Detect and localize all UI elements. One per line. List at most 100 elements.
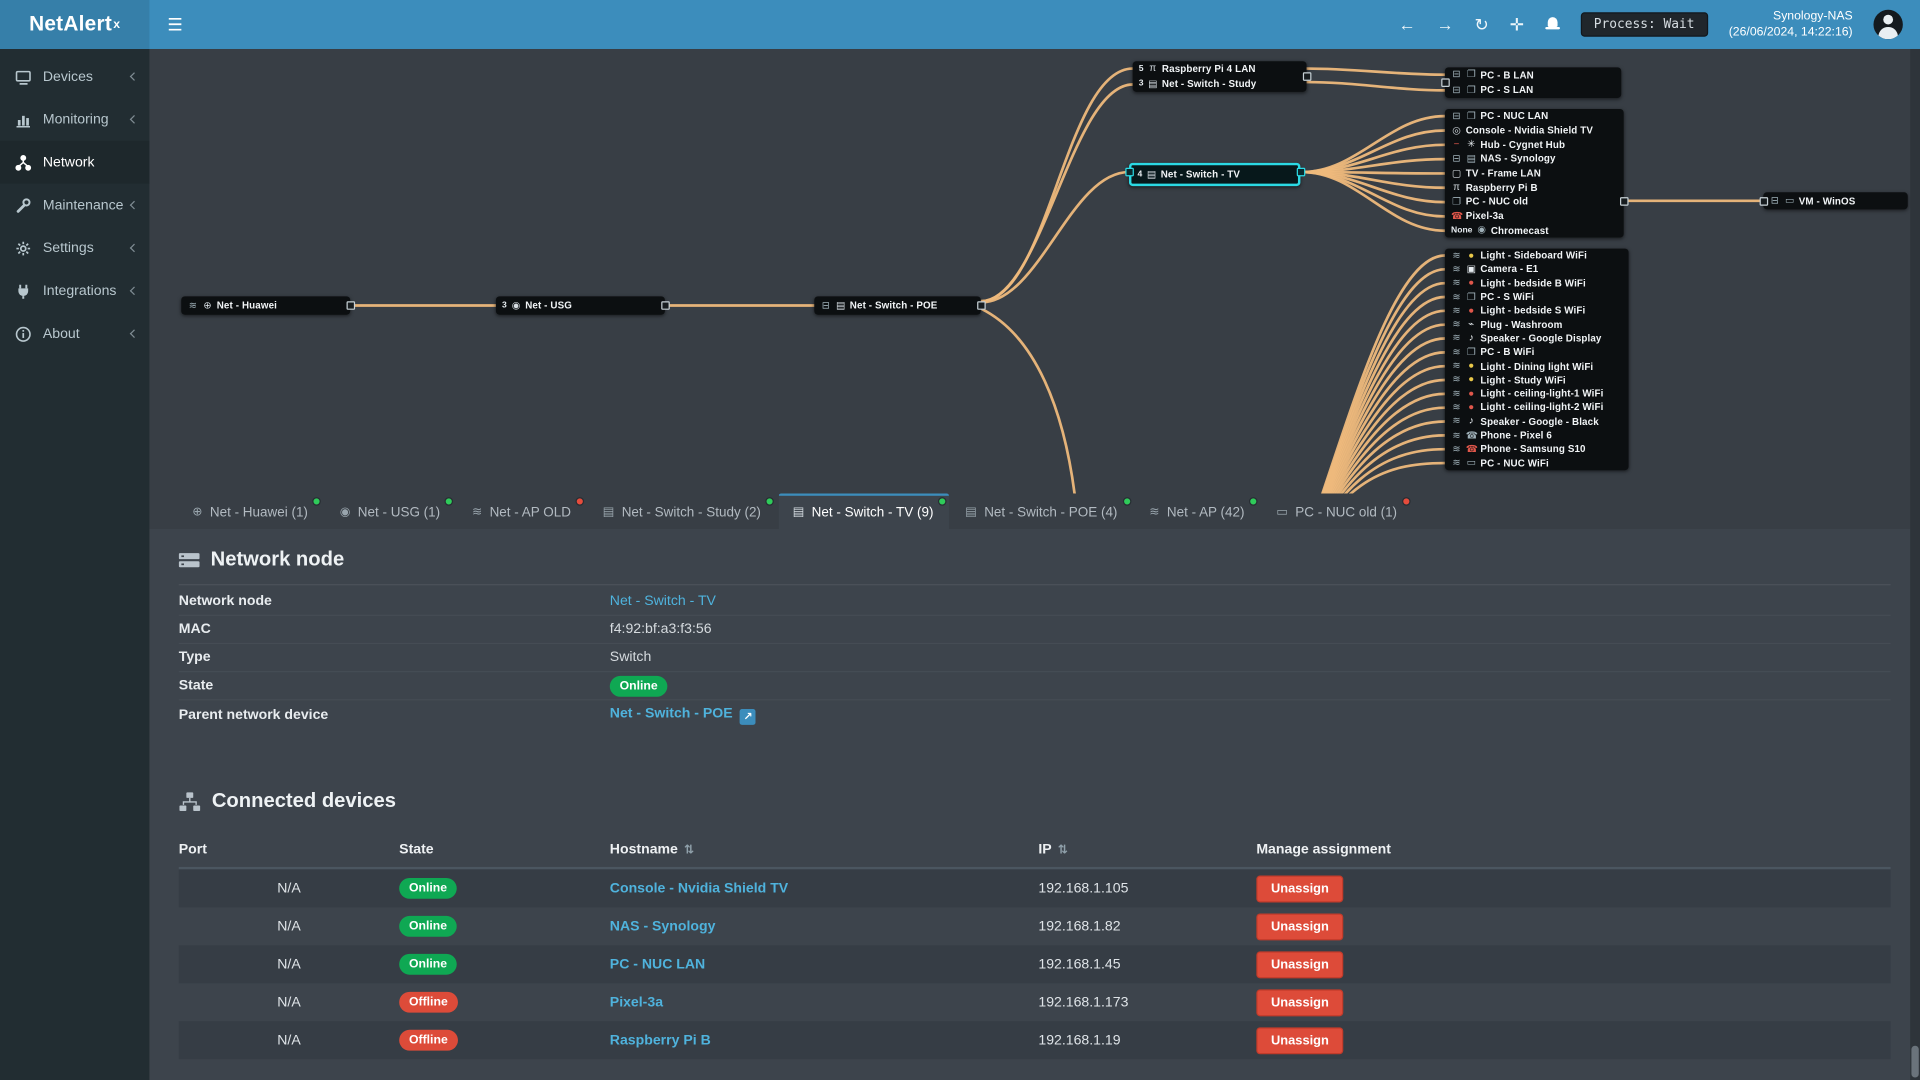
hostname-link[interactable]: Pixel-3a	[610, 995, 663, 1010]
unassign-button[interactable]: Unassign	[1256, 988, 1344, 1016]
node-fields: Network node Net - Switch - TV MAC f4:92:bf…	[178, 588, 1891, 729]
hostname-link[interactable]: Raspberry Pi B	[610, 1033, 711, 1048]
process-status-badge[interactable]: Process: Wait	[1580, 12, 1708, 37]
unassign-button[interactable]: Unassign	[1256, 874, 1344, 902]
avatar[interactable]	[1873, 9, 1903, 40]
tab-net-ap-old[interactable]: ≋ Net - AP OLD	[458, 493, 586, 529]
field-value[interactable]: Net - Switch - TV	[610, 594, 716, 609]
eth-icon: ⊟	[1770, 194, 1779, 206]
tree-node-pc_lan[interactable]: ⊟ ❐ PC - B LAN ⊟ ❐ PC - S LAN	[1444, 67, 1622, 98]
tree-node-row: ≋ ● Light - Sideboard WiFi	[1445, 249, 1629, 263]
sidebar-item-devices[interactable]: Devices	[0, 55, 149, 98]
navbar-actions: ← → ↻ ✛ Process: Wait Synology-NAS (26/0…	[1399, 0, 1920, 49]
sidebar-item-settings[interactable]: Settings	[0, 227, 149, 270]
chevron-left-icon	[129, 72, 139, 81]
vertical-scrollbar[interactable]	[1910, 48, 1920, 1080]
tree-node-label: PC - S LAN	[1480, 84, 1534, 96]
tree-node-wifi_group[interactable]: ≋ ● Light - Sideboard WiFi ≋ ▣ Camera - E1 ≋ ● L…	[1444, 248, 1629, 470]
top-navbar: NetAlert x ☰ ← → ↻ ✛ Process: Wait Synolo…	[0, 0, 1920, 49]
sidebar-item-network[interactable]: Network	[0, 140, 150, 184]
tab-pc-nuc-old-1-[interactable]: ▭ PC - NUC old (1)	[1263, 493, 1413, 529]
app-logo[interactable]: NetAlert x	[0, 0, 150, 49]
wifi-icon: ≋	[1452, 415, 1461, 427]
field-label: MAC	[178, 622, 211, 637]
nav-forward-icon[interactable]: →	[1436, 16, 1453, 33]
tree-node-label: Light - ceiling-light-1 WiFi	[1480, 388, 1604, 400]
open-parent-icon[interactable]: ↗	[739, 708, 756, 725]
tree-node-label: Camera - E1	[1480, 263, 1539, 275]
wifi-icon: ≋	[471, 505, 483, 520]
eth-icon: ⊟	[1452, 152, 1461, 164]
tree-node-study[interactable]: 5 π Raspberry Pi 4 LAN 3 ▤ Net - Switch - Stu…	[1132, 61, 1307, 92]
tree-node-row: 4 ▤ Net - Switch - TV	[1131, 165, 1298, 183]
tree-node-huawei[interactable]: ≋ ⊕ Net - Huawei	[181, 296, 351, 315]
sidebar-item-monitoring[interactable]: Monitoring	[0, 98, 149, 141]
tree-node-row: ≋ ● Light - bedside S WiFi	[1445, 304, 1629, 318]
tab-label: Net - Huawei (1)	[209, 505, 308, 520]
tab-net-usg-1-[interactable]: ◉ Net - USG (1)	[326, 493, 456, 529]
sidebar-item-maintenance[interactable]: Maintenance	[0, 184, 149, 227]
tree-node-usg[interactable]: 3 ◉ Net - USG	[495, 296, 665, 315]
tab-net-switch-study-2-[interactable]: ▤ Net - Switch - Study (2)	[589, 493, 777, 529]
tree-node-label: Net - Switch - POE	[849, 299, 938, 312]
sidebar-item-about[interactable]: About	[0, 312, 149, 355]
globe-icon: ⊕	[192, 505, 203, 520]
dash-red-icon: −	[1453, 138, 1460, 150]
tree-node-label: Plug - Washroom	[1480, 319, 1563, 331]
sidebar-item-label: Maintenance	[42, 197, 124, 213]
unassign-button[interactable]: Unassign	[1256, 950, 1344, 978]
tab-label: Net - Switch - Study (2)	[621, 505, 761, 520]
bulb-yellow-icon: ●	[1468, 249, 1475, 261]
tab-net-switch-tv-9-[interactable]: ▤ Net - Switch - TV (9)	[779, 493, 950, 529]
sort-icon[interactable]: ⇅	[1058, 844, 1068, 857]
tree-node-row: ≋ ❐ PC - S WiFi	[1445, 290, 1629, 304]
bulb-red-icon: ●	[1468, 387, 1475, 399]
network-node-title: Network node	[210, 548, 345, 571]
refresh-icon[interactable]: ↻	[1474, 16, 1488, 33]
tab-net-switch-poe-4-[interactable]: ▤ Net - Switch - POE (4)	[952, 493, 1134, 529]
tree-node-row: ≋ ♪ Speaker - Google Display	[1445, 332, 1629, 346]
speaker-icon: ♪	[1468, 415, 1474, 427]
cell-port: N/A	[277, 1032, 301, 1048]
scrollbar-thumb[interactable]	[1911, 1045, 1919, 1078]
unassign-button[interactable]: Unassign	[1256, 912, 1344, 940]
bell-icon[interactable]	[1544, 17, 1560, 32]
hostname-link[interactable]: Console - Nvidia Shield TV	[610, 881, 788, 896]
status-dot-green	[765, 497, 775, 506]
hostname-link[interactable]: PC - NUC LAN	[610, 957, 705, 972]
tab-label: Net - Switch - POE (4)	[984, 505, 1118, 520]
field-value[interactable]: Net - Switch - POE ↗	[610, 707, 756, 725]
field-value: f4:92:bf:a3:f3:56	[609, 622, 712, 637]
settings-icon	[15, 239, 35, 256]
monitors-icon: ❐	[1466, 346, 1476, 358]
tree-node-vm[interactable]: ⊟ ▭ VM - WinOS	[1763, 192, 1908, 210]
tree-node-label: Pixel-3a	[1465, 210, 1504, 222]
tab-net-huawei-1-[interactable]: ⊕ Net - Huawei (1)	[179, 493, 324, 529]
tree-node-tv_children[interactable]: ⊟ ❐ PC - NUC LAN ◎ Console - Nvidia Shield T…	[1444, 108, 1624, 238]
hostname-link[interactable]: NAS - Synology	[610, 919, 716, 934]
tab-label: Net - Switch - TV (9)	[811, 505, 934, 520]
sidebar-item-integrations[interactable]: Integrations	[0, 269, 149, 312]
tab-net-ap-42-[interactable]: ≋ Net - AP (42)	[1136, 493, 1261, 529]
col-ip-label: IP	[1038, 842, 1052, 858]
tree-node-poe[interactable]: ⊟ ▤ Net - Switch - POE	[814, 296, 981, 315]
about-icon	[15, 325, 35, 342]
tree-node-tv[interactable]: 4 ▤ Net - Switch - TV	[1128, 162, 1301, 187]
nav-back-icon[interactable]: ←	[1399, 16, 1416, 33]
cell-state: Online	[399, 915, 610, 937]
port-label: None	[1451, 226, 1473, 235]
sort-icon[interactable]: ⇅	[684, 844, 694, 857]
tree-node-row: ⊟ ❐ PC - B LAN	[1445, 67, 1621, 82]
phone-red-icon: ☎	[1451, 210, 1464, 222]
tree-node-row: ⊟ ❐ PC - S LAN	[1445, 83, 1621, 98]
port-label: 4	[1137, 170, 1143, 179]
sidebar-toggle-button[interactable]: ☰	[149, 0, 200, 49]
monitors-icon: ❐	[1466, 110, 1476, 122]
sitemap-icon	[179, 791, 201, 811]
unassign-button[interactable]: Unassign	[1256, 1026, 1344, 1054]
tree-node-label: NAS - Synology	[1480, 153, 1556, 165]
tree-node-label: Net - Switch - TV	[1160, 168, 1241, 180]
host-info: Synology-NAS (26/06/2024, 14:22:16)	[1729, 8, 1853, 41]
col-port: Port	[178, 842, 207, 858]
move-icon[interactable]: ✛	[1510, 16, 1524, 33]
